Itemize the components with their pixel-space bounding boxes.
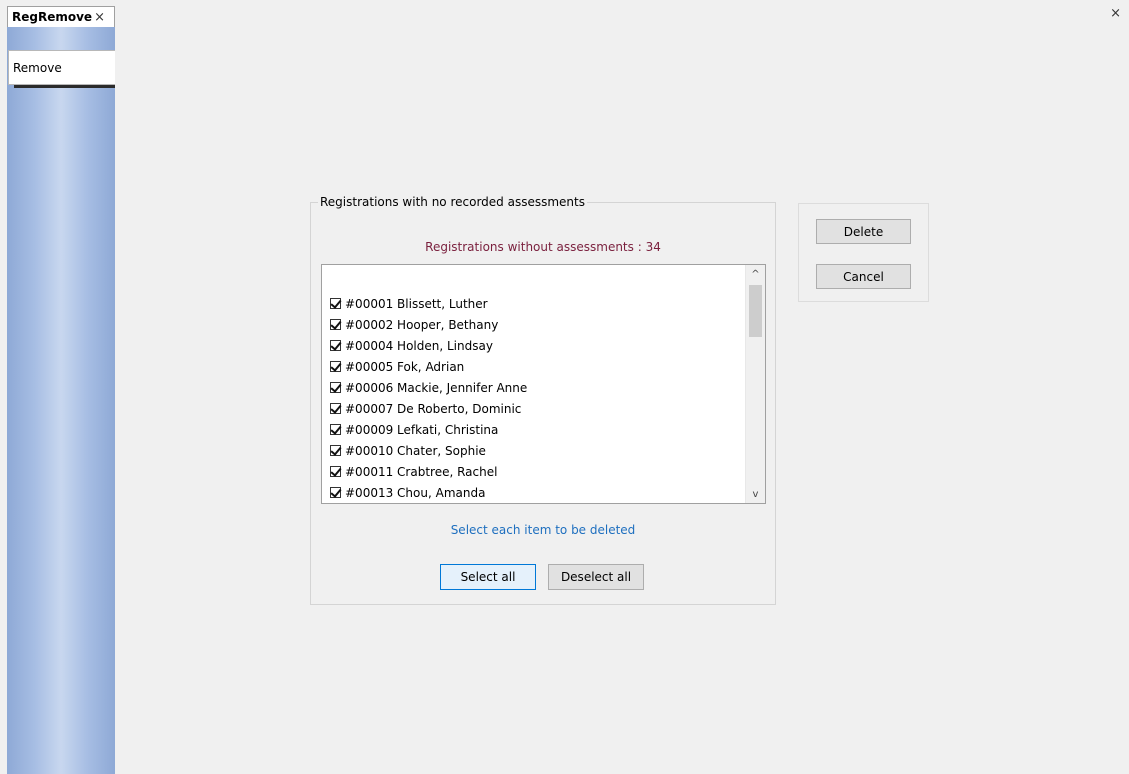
registrations-count-label: Registrations without assessments : 34 <box>425 240 661 254</box>
sidebar-tab-label: Remove <box>13 60 62 75</box>
list-item[interactable]: #00011 Crabtree, Rachel <box>330 461 527 482</box>
list-item[interactable]: #00002 Hooper, Bethany <box>330 314 527 335</box>
item-checkbox[interactable] <box>330 445 341 456</box>
cancel-button[interactable]: Cancel <box>816 264 911 289</box>
list-item[interactable]: #00013 Chou, Amanda <box>330 482 527 503</box>
item-label: #00002 Hooper, Bethany <box>345 317 499 332</box>
item-label: #00006 Mackie, Jennifer Anne <box>345 380 528 395</box>
selection-hint: Select each item to be deleted <box>450 523 636 537</box>
list-item[interactable]: #00005 Fok, Adrian <box>330 356 527 377</box>
deselect-all-button[interactable]: Deselect all <box>548 564 644 590</box>
item-checkbox[interactable] <box>330 298 341 309</box>
list-item[interactable]: #00010 Chater, Sophie <box>330 440 527 461</box>
scroll-up-icon[interactable]: ^ <box>746 265 765 283</box>
item-label: #00013 Chou, Amanda <box>345 485 486 500</box>
select-all-button[interactable]: Select all <box>440 564 536 590</box>
list-item[interactable]: #00004 Holden, Lindsay <box>330 335 527 356</box>
item-checkbox[interactable] <box>330 466 341 477</box>
scroll-down-icon[interactable]: v <box>746 485 765 503</box>
item-label: #00001 Blissett, Luther <box>345 296 488 311</box>
tab-close-icon[interactable]: × <box>94 10 105 25</box>
item-label: #00007 De Roberto, Dominic <box>345 401 522 416</box>
item-checkbox[interactable] <box>330 319 341 330</box>
list-item[interactable]: #00009 Lefkati, Christina <box>330 419 527 440</box>
item-checkbox[interactable] <box>330 340 341 351</box>
sidebar-tab-remove[interactable]: Remove <box>8 50 115 85</box>
list-item[interactable]: #00001 Blissett, Luther <box>330 293 527 314</box>
document-tab-bar: RegRemove × × <box>0 0 1129 28</box>
checklist-rows: #00001 Blissett, Luther #00002 Hooper, Be… <box>330 293 527 503</box>
item-checkbox[interactable] <box>330 361 341 372</box>
scroll-thumb[interactable] <box>749 285 762 337</box>
item-checkbox[interactable] <box>330 403 341 414</box>
item-label: #00005 Fok, Adrian <box>345 359 465 374</box>
item-label: #00011 Crabtree, Rachel <box>345 464 498 479</box>
document-tab-label: RegRemove <box>12 10 93 24</box>
sidebar <box>7 27 115 774</box>
window-close-icon[interactable]: × <box>1110 6 1121 21</box>
item-checkbox[interactable] <box>330 382 341 393</box>
list-item[interactable]: #00007 De Roberto, Dominic <box>330 398 527 419</box>
document-tab-regremove[interactable]: RegRemove × <box>7 6 115 27</box>
groupbox-legend: Registrations with no recorded assessmen… <box>318 195 587 209</box>
list-item[interactable]: #00006 Mackie, Jennifer Anne <box>330 377 527 398</box>
item-checkbox[interactable] <box>330 424 341 435</box>
item-checkbox[interactable] <box>330 487 341 498</box>
item-label: #00009 Lefkati, Christina <box>345 422 499 437</box>
registrations-checklist[interactable]: #00001 Blissett, Luther #00002 Hooper, Be… <box>321 264 766 504</box>
delete-button[interactable]: Delete <box>816 219 911 244</box>
sidebar-tab-shadow <box>14 85 115 88</box>
item-label: #00004 Holden, Lindsay <box>345 338 493 353</box>
item-label: #00010 Chater, Sophie <box>345 443 486 458</box>
list-scrollbar[interactable]: ^ v <box>745 265 765 503</box>
